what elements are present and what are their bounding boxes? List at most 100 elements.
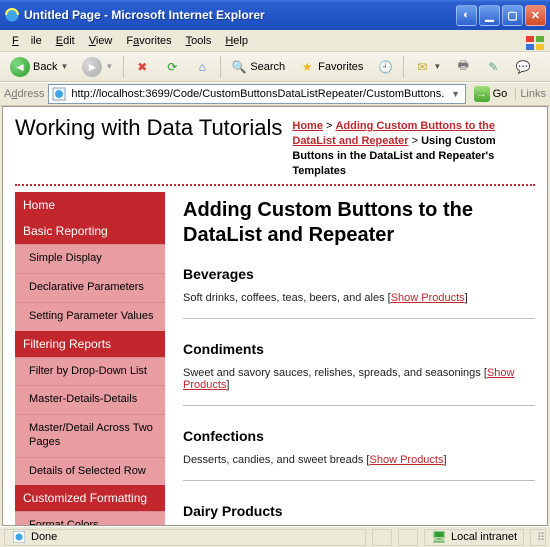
menu-favorites[interactable]: Favorites xyxy=(120,33,177,49)
address-field[interactable]: ▼ xyxy=(48,84,465,104)
status-pane-empty2 xyxy=(398,529,418,546)
category-dairy: Dairy Products Cheeses [Show Products] xyxy=(183,503,535,525)
category-desc: Desserts, candies, and sweet breads [Sho… xyxy=(183,454,535,466)
sidebar-group-basic-reporting[interactable]: Basic Reporting xyxy=(15,218,165,244)
menu-tools[interactable]: Tools xyxy=(180,33,218,49)
back-label: Back xyxy=(33,61,57,73)
search-button[interactable]: 🔍 Search xyxy=(227,57,289,77)
go-label: Go xyxy=(493,88,508,100)
chevron-down-icon: ▼ xyxy=(60,62,68,71)
minimize-button[interactable]: ▁ xyxy=(479,5,500,26)
category-beverages: Beverages Soft drinks, coffees, teas, be… xyxy=(183,266,535,319)
sidebar-item-declarative-parameters[interactable]: Declarative Parameters xyxy=(15,273,165,302)
go-icon: → xyxy=(474,86,490,102)
ie-logo-icon xyxy=(4,7,20,23)
sidebar-item-simple-display[interactable]: Simple Display xyxy=(15,244,165,273)
menu-file[interactable]: File xyxy=(6,33,48,49)
sidebar-item-home[interactable]: Home xyxy=(15,192,165,218)
zone-icon: 🖥 xyxy=(431,529,447,545)
sidebar-item-filter-dropdown[interactable]: Filter by Drop-Down List xyxy=(15,357,165,386)
breadcrumb: Home > Adding Custom Buttons to the Data… xyxy=(292,115,535,178)
category-title: Beverages xyxy=(183,266,535,282)
stop-icon: ✖ xyxy=(134,59,150,75)
page-heading: Adding Custom Buttons to the DataList an… xyxy=(183,198,535,248)
forward-icon: ► xyxy=(82,57,102,77)
category-desc: Soft drinks, coffees, teas, beers, and a… xyxy=(183,292,535,304)
status-pane-zone: 🖥 Local intranet xyxy=(424,529,524,546)
sidebar-item-format-colors[interactable]: Format Colors xyxy=(15,511,165,525)
category-title: Confections xyxy=(183,428,535,444)
status-done-label: Done xyxy=(31,531,57,543)
category-desc: Sweet and savory sauces, relishes, sprea… xyxy=(183,367,535,391)
windows-flag-icon xyxy=(516,32,544,50)
category-title: Dairy Products xyxy=(183,503,535,519)
divider xyxy=(183,405,535,406)
menu-view[interactable]: View xyxy=(83,33,119,49)
status-zone-label: Local intranet xyxy=(451,531,517,543)
links-label[interactable]: Links xyxy=(515,88,546,100)
status-pane-done: Done xyxy=(4,529,366,546)
go-button[interactable]: → Go xyxy=(470,86,512,102)
star-icon: ★ xyxy=(299,59,315,75)
address-dropdown-icon[interactable]: ▼ xyxy=(449,89,463,99)
back-button[interactable]: ◄ Back ▼ xyxy=(6,55,72,79)
chevron-down-icon: ▼ xyxy=(105,62,113,71)
sidebar-item-setting-parameter-values[interactable]: Setting Parameter Values xyxy=(15,302,165,331)
menu-help[interactable]: Help xyxy=(219,33,254,49)
history-button[interactable]: 🕘 xyxy=(373,57,397,77)
address-input[interactable] xyxy=(71,86,444,102)
sidebar: Home Basic Reporting Simple Display Decl… xyxy=(15,192,165,525)
window-buttons: ◐ ▁ ▢ ✕ xyxy=(456,5,546,26)
forward-button[interactable]: ► ▼ xyxy=(78,55,117,79)
back-icon: ◄ xyxy=(10,57,30,77)
address-label: Address xyxy=(4,88,44,100)
window-title: Untitled Page - Microsoft Internet Explo… xyxy=(24,8,456,22)
menubar: File Edit View Favorites Tools Help xyxy=(0,30,550,52)
address-bar: Address ▼ → Go Links xyxy=(0,82,550,106)
toolbar: ◄ Back ▼ ► ▼ ✖ ⟳ ⌂ 🔍 Search ★ Favorites … xyxy=(0,52,550,82)
home-icon: ⌂ xyxy=(194,59,210,75)
refresh-icon: ⟳ xyxy=(164,59,180,75)
print-icon: 🖶 xyxy=(455,59,471,75)
sidebar-item-details-selected-row[interactable]: Details of Selected Row xyxy=(15,457,165,486)
sidebar-group-filtering-reports[interactable]: Filtering Reports xyxy=(15,331,165,357)
mail-button[interactable]: ✉▼ xyxy=(410,57,445,77)
history-icon: 🕘 xyxy=(377,59,393,75)
menu-edit[interactable]: Edit xyxy=(50,33,81,49)
edit-button[interactable]: ✎ xyxy=(481,57,505,77)
divider xyxy=(183,480,535,481)
show-products-link[interactable]: Show Products xyxy=(391,292,465,304)
toolbar-separator xyxy=(220,56,221,78)
browser-viewport: Working with Data Tutorials Home > Addin… xyxy=(2,106,548,526)
sidebar-item-master-detail-two-pages[interactable]: Master/Detail Across Two Pages xyxy=(15,414,165,457)
favorites-label: Favorites xyxy=(318,61,363,73)
close-button[interactable]: ✕ xyxy=(525,5,546,26)
status-pane-empty1 xyxy=(372,529,392,546)
print-button[interactable]: 🖶 xyxy=(451,57,475,77)
statusbar: Done 🖥 Local intranet ⠿ xyxy=(0,526,550,547)
page-icon xyxy=(51,86,67,102)
help-button[interactable]: ◐ xyxy=(456,5,477,26)
discuss-button[interactable]: 💬 xyxy=(511,57,535,77)
discuss-icon: 💬 xyxy=(515,59,531,75)
maximize-button[interactable]: ▢ xyxy=(502,5,523,26)
sidebar-item-master-details-details[interactable]: Master-Details-Details xyxy=(15,385,165,414)
stop-button[interactable]: ✖ xyxy=(130,57,154,77)
search-icon: 🔍 xyxy=(231,59,247,75)
home-button[interactable]: ⌂ xyxy=(190,57,214,77)
category-title: Condiments xyxy=(183,341,535,357)
category-confections: Confections Desserts, candies, and sweet… xyxy=(183,428,535,481)
toolbar-separator xyxy=(403,56,404,78)
layout: Home Basic Reporting Simple Display Decl… xyxy=(15,192,535,525)
breadcrumb-home[interactable]: Home xyxy=(292,120,323,132)
show-products-link[interactable]: Show Products xyxy=(370,454,444,466)
sidebar-group-customized-formatting[interactable]: Customized Formatting xyxy=(15,485,165,511)
edit-icon: ✎ xyxy=(485,59,501,75)
status-pane-grip: ⠿ xyxy=(530,529,546,546)
favorites-button[interactable]: ★ Favorites xyxy=(295,57,367,77)
divider xyxy=(183,318,535,319)
main-content: Adding Custom Buttons to the DataList an… xyxy=(183,192,535,525)
page-icon xyxy=(11,529,27,545)
mail-icon: ✉ xyxy=(414,59,430,75)
refresh-button[interactable]: ⟳ xyxy=(160,57,184,77)
